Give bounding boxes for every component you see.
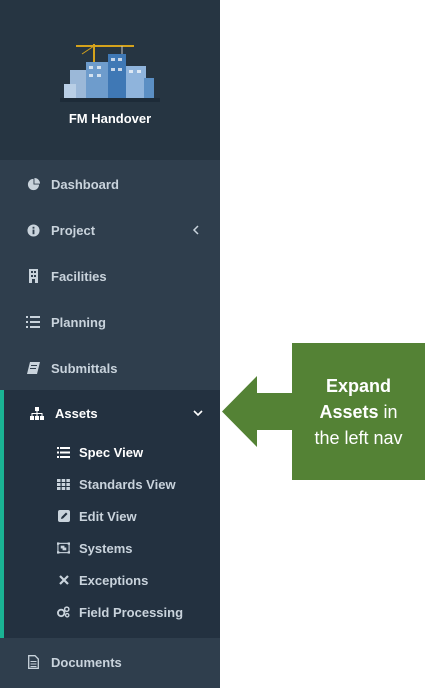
- callout-line-3: the left nav: [314, 427, 403, 448]
- callout-line-2-bold: Assets: [319, 401, 379, 422]
- file-icon: [26, 655, 40, 669]
- subnav-label-edit-view: Edit View: [79, 508, 137, 524]
- nav-item-submittals[interactable]: Submittals: [0, 345, 220, 391]
- callout-line-1: Expand: [325, 375, 391, 396]
- subnav-label-exceptions: Exceptions: [79, 572, 149, 588]
- nav-item-facilities[interactable]: Facilities: [0, 253, 220, 299]
- subnav-label-field-processing: Field Processing: [79, 604, 184, 620]
- nav-label-submittals: Submittals: [51, 360, 118, 376]
- subnav-item-systems[interactable]: Systems: [4, 532, 220, 564]
- chevron-left-icon: [190, 223, 200, 237]
- nav-label-dashboard: Dashboard: [51, 176, 119, 192]
- close-icon: [57, 574, 70, 587]
- nav-item-dashboard[interactable]: Dashboard: [0, 161, 220, 207]
- nav-label-assets: Assets: [55, 405, 98, 421]
- callout-annotation: Expand Assets in the left nav: [292, 343, 425, 480]
- app-title: FM Handover: [68, 111, 152, 126]
- nav-label-facilities: Facilities: [51, 268, 107, 284]
- nav-label-project: Project: [51, 222, 96, 238]
- nav-item-documents[interactable]: Documents: [0, 639, 220, 685]
- building-crane-logo: [60, 44, 160, 102]
- subnav-item-standards-view[interactable]: Standards View: [4, 468, 220, 500]
- chevron-down-icon: [192, 406, 204, 420]
- assets-expanded-section: Assets Spec View Standards View Edit Vie…: [0, 390, 220, 638]
- callout-line-2-rest: in: [378, 401, 398, 422]
- subnav-label-spec-view: Spec View: [79, 444, 144, 460]
- subnav-label-standards-view: Standards View: [79, 476, 176, 492]
- nav-item-assets[interactable]: Assets: [4, 390, 220, 436]
- object-group-icon: [57, 542, 70, 555]
- list-icon: [26, 315, 40, 329]
- pie-chart-icon: [26, 177, 40, 191]
- subnav-label-systems: Systems: [79, 540, 133, 556]
- left-sidebar: FM Handover Dashboard Project Facilities…: [0, 0, 220, 688]
- nav-label-documents: Documents: [51, 654, 122, 670]
- nav-item-planning[interactable]: Planning: [0, 299, 220, 345]
- nav-item-project[interactable]: Project: [0, 207, 220, 253]
- subnav-item-field-processing[interactable]: Field Processing: [4, 596, 220, 628]
- edit-icon: [57, 510, 70, 523]
- subnav-item-edit-view[interactable]: Edit View: [4, 500, 220, 532]
- nav-label-planning: Planning: [51, 314, 106, 330]
- info-circle-icon: [26, 223, 40, 237]
- subnav-item-spec-view[interactable]: Spec View: [4, 436, 220, 468]
- building-icon: [26, 269, 40, 283]
- gears-icon: [57, 606, 70, 619]
- grid-icon: [57, 478, 70, 491]
- book-icon: [26, 361, 40, 375]
- list-lines-icon: [57, 446, 70, 459]
- subnav-item-exceptions[interactable]: Exceptions: [4, 564, 220, 596]
- brand-header: FM Handover: [0, 0, 220, 160]
- sitemap-icon: [30, 406, 44, 420]
